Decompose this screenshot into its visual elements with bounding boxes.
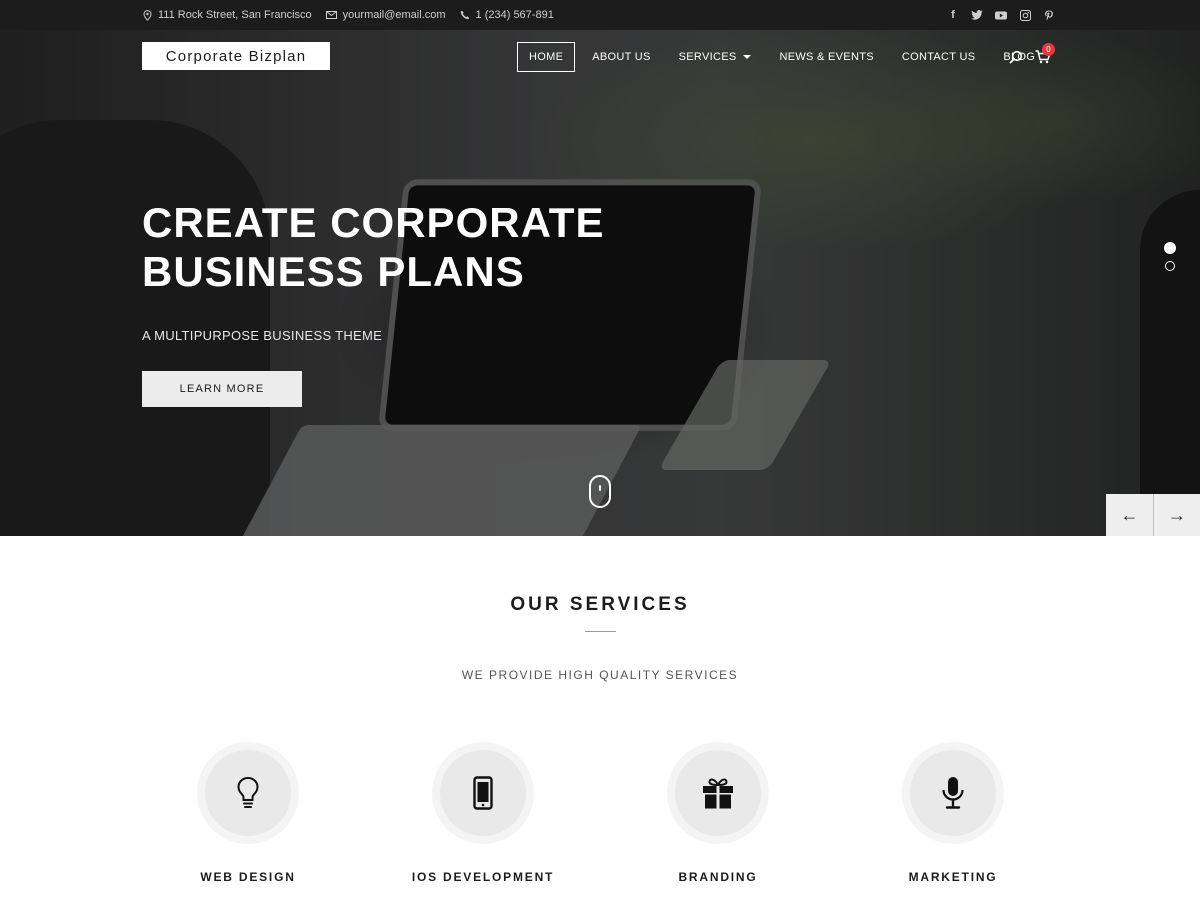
slider-dot-2[interactable] [1165, 261, 1175, 271]
services-subtitle: WE PROVIDE HIGH QUALITY SERVICES [461, 668, 739, 682]
smartphone-icon [473, 776, 493, 810]
nav-item-services[interactable]: SERVICES [668, 42, 763, 72]
service-icon-inner [675, 750, 761, 836]
phone-item[interactable]: 1 (234) 567-891 [460, 9, 554, 21]
nav-item-news-events[interactable]: NEWS & EVENTS [768, 42, 884, 72]
top-bar: 111 Rock Street, San Francisco yourmail@… [0, 0, 1200, 30]
contact-info: 111 Rock Street, San Francisco yourmail@… [143, 0, 554, 30]
service-icon-circle [197, 742, 299, 844]
envelope-icon [325, 11, 337, 19]
service-icon-inner [440, 750, 526, 836]
hero-subtitle: A MULTIPURPOSE BUSINESS THEME [142, 328, 383, 343]
address-text: 111 Rock Street, San Francisco [158, 9, 312, 21]
service-icon-circle [432, 742, 534, 844]
scroll-mouse-wheel [599, 485, 601, 491]
arrow-left-icon: ← [1120, 504, 1139, 525]
microphone-icon [942, 777, 964, 809]
slider-next-button[interactable]: → [1153, 494, 1200, 536]
nav-item-services-label: SERVICES [678, 51, 737, 63]
gift-icon [703, 778, 733, 809]
caret-down-icon [743, 55, 752, 59]
slider-dot-1[interactable] [1164, 242, 1176, 254]
learn-more-button[interactable]: LEARN MORE [142, 371, 302, 407]
service-icon-circle [902, 742, 1004, 844]
service-icon-circle [667, 742, 769, 844]
cart-count-badge: 0 [1042, 43, 1055, 56]
map-pin-icon [143, 9, 152, 21]
service-icon-inner [910, 750, 996, 836]
service-label: BRANDING [678, 870, 758, 884]
instagram-icon[interactable] [1019, 9, 1031, 21]
youtube-icon[interactable] [995, 9, 1007, 21]
nav-item-home[interactable]: HOME [517, 42, 576, 72]
twitter-icon[interactable] [971, 9, 983, 21]
email-text[interactable]: yourmail@email.com [343, 9, 446, 21]
nav-item-contact-us[interactable]: CONTACT US [891, 42, 987, 72]
address-item: 111 Rock Street, San Francisco [143, 9, 312, 21]
service-label: WEB DESIGN [200, 870, 296, 884]
services-divider [585, 631, 616, 632]
arrow-right-icon: → [1168, 504, 1186, 525]
slider-prev-button[interactable]: ← [1106, 494, 1153, 536]
social-links: f [947, 0, 1055, 30]
service-icon-inner [205, 750, 291, 836]
phone-icon [460, 10, 469, 20]
facebook-icon[interactable]: f [947, 9, 959, 21]
service-label: MARKETING [908, 870, 998, 884]
services-title: OUR SERVICES [510, 594, 690, 615]
nav-item-about-us[interactable]: ABOUT US [581, 42, 661, 72]
phone-text[interactable]: 1 (234) 567-891 [476, 9, 554, 21]
search-icon[interactable] [1009, 50, 1023, 64]
lightbulb-icon [237, 776, 259, 808]
hero-title: CREATE CORPORATE BUSINESS PLANS [142, 199, 605, 295]
pinterest-icon[interactable] [1043, 9, 1055, 21]
service-label: IOS DEVELOPMENT [411, 870, 555, 884]
scroll-mouse-icon[interactable] [589, 475, 611, 508]
main-nav: HOME ABOUT US SERVICES NEWS & EVENTS CON… [517, 42, 1052, 72]
email-item[interactable]: yourmail@email.com [325, 9, 446, 21]
site-logo[interactable]: Corporate Bizplan [142, 42, 330, 70]
